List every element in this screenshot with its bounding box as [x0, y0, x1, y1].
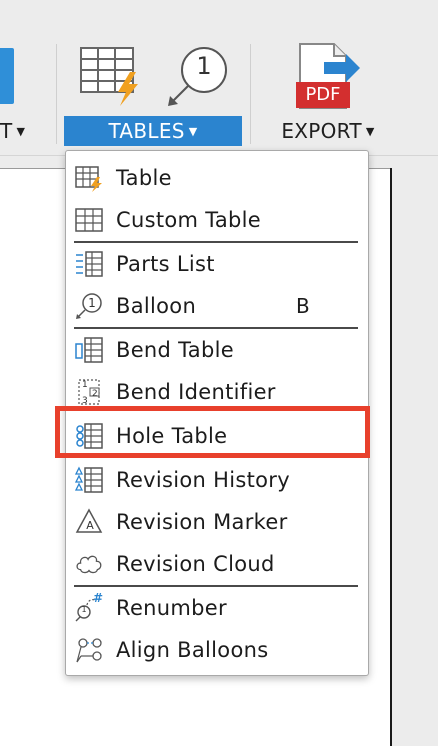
balloon-icon-number: 1 — [88, 296, 96, 310]
revision-cloud-icon — [76, 555, 102, 574]
menu-item-label: Balloon — [116, 294, 197, 318]
menu-item-label: Renumber — [116, 596, 227, 620]
bend-identifier-glyph: 3 — [82, 396, 88, 406]
menu-item-shortcut: B — [296, 294, 310, 318]
menu-item-label: Custom Table — [116, 208, 262, 232]
balloon-number: 1 — [196, 52, 212, 80]
menu-item-label: Parts List — [116, 252, 215, 276]
bend-identifier-icon — [78, 379, 100, 405]
table-tool-button[interactable] — [78, 42, 148, 108]
menu-item-label: Revision History — [116, 468, 290, 492]
chevron-down-icon: ▼ — [365, 125, 375, 138]
parts-list-icon — [76, 251, 103, 277]
balloon-tool-button[interactable]: 1 — [164, 42, 230, 108]
chevron-down-icon: ▼ — [16, 125, 26, 138]
menu-item-parts-list[interactable]: Parts List — [66, 243, 368, 285]
menu-item-label: Align Balloons — [116, 638, 269, 662]
bend-table-icon — [75, 337, 103, 363]
tables-button-label: TABLES — [108, 119, 185, 143]
menu-item-custom-table[interactable]: Custom Table — [66, 199, 368, 241]
hole-table-highlight-box — [55, 406, 370, 458]
ribbon-separator — [250, 44, 251, 144]
ribbon-separator — [56, 44, 57, 144]
menu-item-revision-history[interactable]: Revision History — [66, 459, 368, 501]
bend-identifier-glyph: 1 — [82, 380, 88, 390]
export-button-label: EXPORT — [281, 119, 362, 143]
menu-item-balloon[interactable]: 1 Balloon B — [66, 285, 368, 327]
sheet-right-border — [390, 168, 392, 746]
partial-group-label-text: T — [0, 119, 13, 143]
bend-identifier-glyph: 2 — [92, 389, 98, 399]
partial-image-icon[interactable] — [0, 48, 14, 104]
renumber-hash-glyph: # — [93, 591, 104, 605]
renumber-number-glyph: 1 — [81, 605, 87, 614]
menu-item-label: Revision Marker — [116, 510, 288, 534]
menu-item-label: Bend Table — [116, 338, 234, 362]
menu-item-revision-marker[interactable]: A Revision Marker — [66, 501, 368, 543]
menu-item-table[interactable]: Table — [66, 157, 368, 199]
align-balloons-icon — [76, 638, 102, 663]
menu-item-label: Revision Cloud — [116, 552, 275, 576]
export-dropdown-button[interactable]: EXPORT ▼ — [270, 116, 386, 146]
menu-item-renumber[interactable]: # 1 Renumber — [66, 587, 368, 629]
revision-history-icon — [75, 466, 103, 493]
menu-item-bend-table[interactable]: Bend Table — [66, 329, 368, 371]
menu-item-label: Table — [116, 166, 172, 190]
menu-item-align-balloons[interactable]: Align Balloons — [66, 629, 368, 671]
export-pdf-button[interactable]: PDF — [294, 42, 364, 110]
pdf-badge-text: PDF — [305, 84, 341, 105]
menu-item-revision-cloud[interactable]: Revision Cloud — [66, 543, 368, 585]
table-lightning-icon — [75, 166, 102, 192]
partial-group-label[interactable]: T ▼ — [0, 116, 30, 146]
table-lightning-icon — [80, 47, 138, 106]
chevron-down-icon: ▼ — [188, 125, 198, 138]
revision-marker-letter: A — [86, 519, 94, 532]
grid-table-icon — [75, 208, 103, 232]
toolbar-ribbon: T ▼ 1 TABLES ▼ PDF EXPORT ▼ — [0, 0, 438, 156]
tables-dropdown-button[interactable]: TABLES ▼ — [64, 116, 242, 146]
